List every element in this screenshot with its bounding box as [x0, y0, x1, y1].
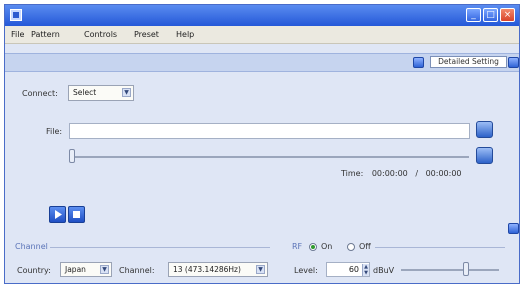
rf-off-label: Off: [359, 242, 371, 251]
level-value: 60: [348, 265, 359, 274]
maximize-icon[interactable]: □: [483, 8, 498, 22]
detail-strip: Detailed Setting: [5, 53, 519, 72]
menu-item-file[interactable]: File: [11, 30, 24, 39]
rf-group-divider: [375, 247, 505, 248]
file-path-field[interactable]: [69, 123, 470, 139]
spin-icon[interactable]: ▲ ▼: [362, 264, 369, 276]
main-window: _ □ × File Pattern Controls Preset Help …: [4, 4, 520, 284]
chevron-down-icon: ▼: [256, 265, 265, 274]
channel-select-value: 13 (473.14286Hz): [173, 265, 241, 274]
close-icon[interactable]: ×: [500, 8, 515, 22]
country-select[interactable]: Japan ▼: [60, 262, 112, 277]
menu-item-controls[interactable]: Controls: [84, 30, 117, 39]
chevron-down-icon: ▼: [122, 88, 131, 97]
channel-select[interactable]: 13 (473.14286Hz) ▼: [168, 262, 268, 277]
channel-group-title: Channel: [15, 242, 48, 251]
time-label: Time:: [341, 169, 364, 178]
channel-group-divider: [50, 247, 270, 248]
rf-off-radio[interactable]: [347, 243, 355, 251]
connect-select-value: Select: [73, 88, 97, 97]
level-label: Level:: [294, 266, 318, 275]
menu-item-help[interactable]: Help: [176, 30, 194, 39]
time-total: 00:00:00: [425, 169, 462, 178]
info-icon[interactable]: [508, 223, 519, 234]
connect-select[interactable]: Select ▼: [68, 85, 134, 101]
rf-group-title: RF: [292, 242, 303, 251]
channel-label: Channel:: [119, 266, 155, 275]
country-select-value: Japan: [65, 265, 86, 274]
folder-icon[interactable]: [476, 121, 493, 138]
time-separator: /: [415, 169, 419, 178]
file-label: File:: [46, 127, 63, 136]
stop-button[interactable]: [68, 206, 85, 223]
title-bar: _ □ ×: [5, 5, 519, 26]
menu-item-pattern[interactable]: Pattern: [31, 30, 60, 39]
time-current: 00:00:00: [371, 169, 408, 178]
level-input[interactable]: 60 ▲ ▼: [326, 262, 370, 277]
country-label: Country:: [17, 266, 51, 275]
seek-slider-handle[interactable]: [69, 149, 75, 163]
detailed-setting-button[interactable]: Detailed Setting: [430, 56, 507, 68]
menu-bar: File Pattern Controls Preset Help: [5, 26, 519, 44]
play-icon: [55, 210, 62, 219]
play-button[interactable]: [49, 206, 66, 223]
app-icon: [10, 9, 22, 21]
minimize-icon[interactable]: _: [466, 8, 481, 22]
level-slider-handle[interactable]: [463, 262, 469, 276]
seek-track: [71, 156, 469, 158]
level-unit: dBuV: [373, 266, 395, 275]
panel-toggle-icon[interactable]: [413, 57, 424, 68]
stop-icon: [73, 211, 80, 218]
chevron-down-icon: ▼: [100, 265, 109, 274]
rf-on-radio[interactable]: [309, 243, 317, 251]
level-track: [401, 269, 499, 271]
rf-on-label: On: [321, 242, 333, 251]
menu-item-preset[interactable]: Preset: [134, 30, 159, 39]
time-readout: Time: 00:00:00 / 00:00:00: [341, 169, 462, 178]
connect-label: Connect:: [22, 89, 58, 98]
settings-icon[interactable]: [508, 57, 519, 68]
load-icon[interactable]: [476, 147, 493, 164]
